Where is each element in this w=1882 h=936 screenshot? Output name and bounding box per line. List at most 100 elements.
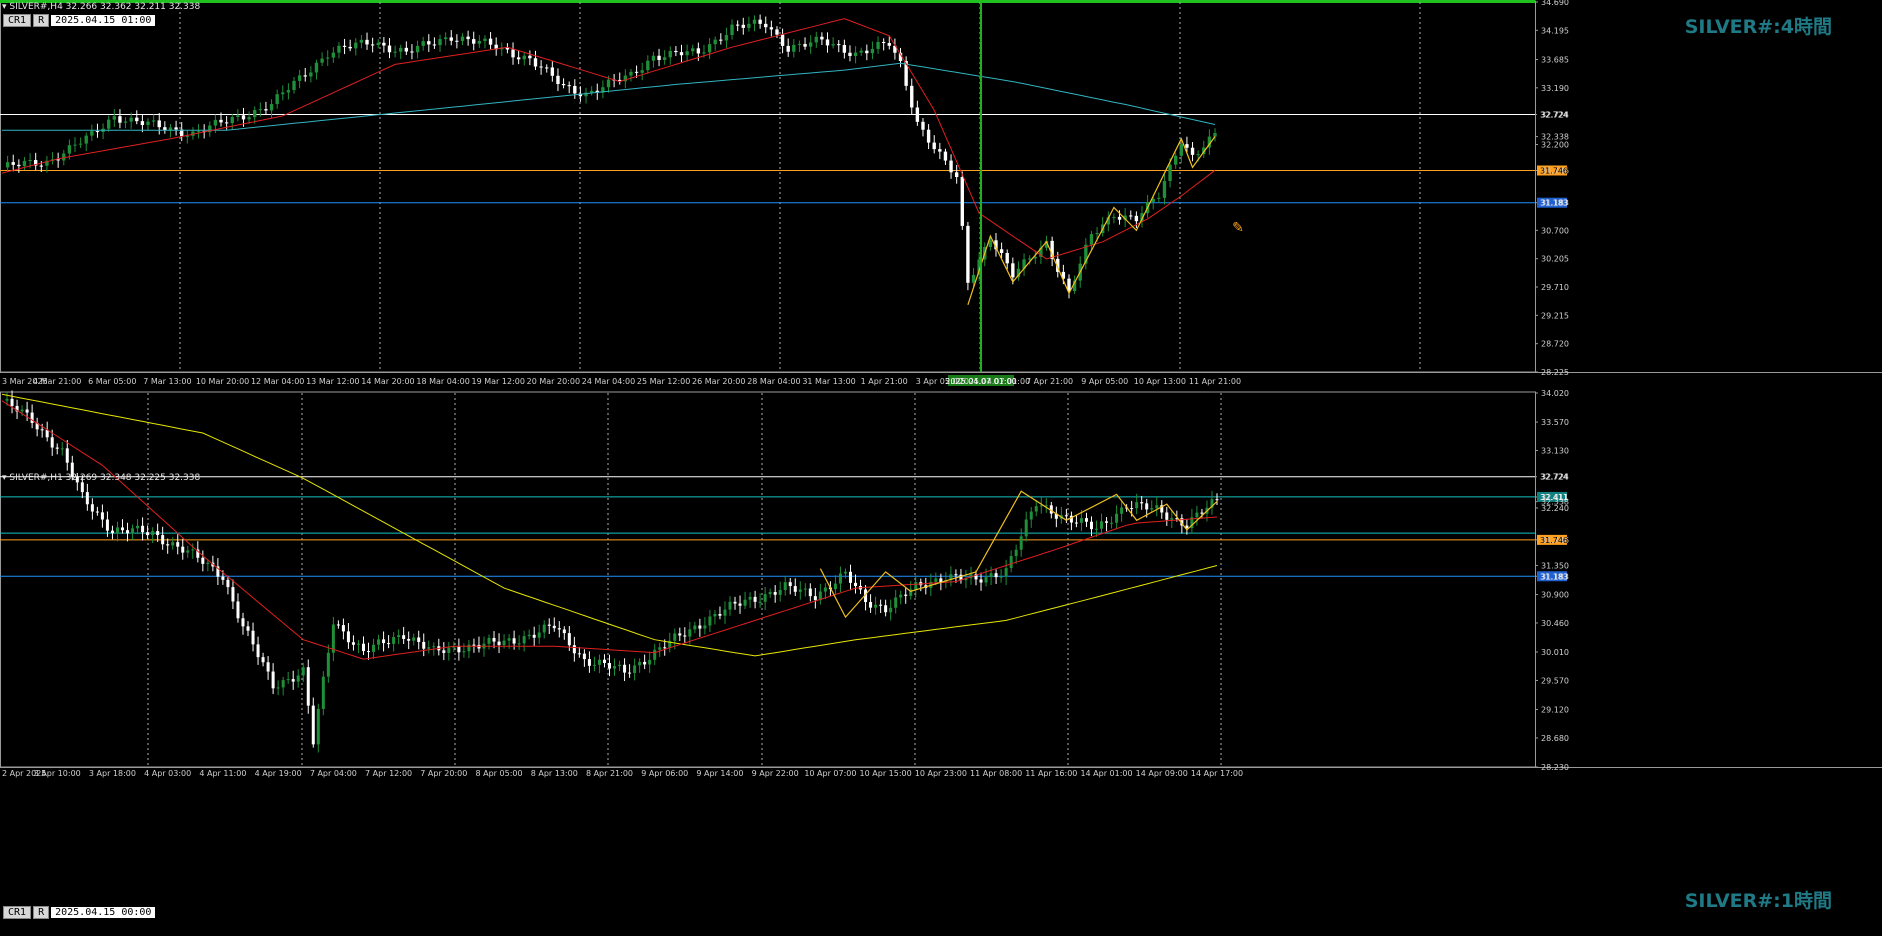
h1-time-label: 8 Apr 05:00 — [476, 769, 523, 778]
h1-candle-body — [5, 398, 9, 401]
h1-candle-body — [1165, 512, 1169, 520]
h1-candle-body — [597, 659, 601, 665]
h1-candle-body — [1120, 507, 1124, 514]
h4-candle-body — [73, 144, 77, 146]
h4-candle-body — [342, 45, 347, 47]
h1-datetime-field[interactable]: 2025.04.15 00:00 — [51, 907, 156, 918]
h1-candle-body — [718, 614, 722, 616]
h4-candle-body — [376, 42, 380, 46]
h4-zigzag-line — [967, 136, 1216, 305]
h4-candle-body — [455, 40, 459, 42]
h4-candle-body — [281, 92, 285, 95]
h1-candle-body — [673, 633, 677, 641]
h1-candle-body — [1100, 521, 1104, 529]
h4-candle-body — [1213, 133, 1217, 137]
h4-ma-fast-line — [1, 18, 1216, 260]
h4-candle-body — [62, 153, 66, 161]
h4-datetime-field[interactable]: 2025.04.15 01:00 — [51, 15, 156, 26]
h4-candle-body — [747, 23, 751, 28]
h1-candle-body — [813, 596, 817, 601]
h1-price-tick-label: 30.010 — [1541, 648, 1569, 657]
h1-candle-body — [95, 511, 99, 513]
h1-candle-body — [567, 633, 571, 646]
h4-candle-body — [219, 119, 223, 123]
h4-candle-body — [522, 55, 526, 60]
h1-candle-body — [743, 599, 747, 606]
h1-candle-body — [271, 671, 275, 689]
h1-collapse-icon[interactable]: ▾ — [2, 473, 7, 483]
h4-candle-body — [724, 34, 729, 41]
h4-candle-body — [236, 115, 240, 117]
h1-candle-body — [577, 653, 581, 655]
h4-candle-body — [1112, 216, 1116, 218]
h1-time-label: 14 Apr 09:00 — [1136, 769, 1188, 778]
h1-candle-body — [562, 629, 566, 634]
h4-candle-body — [853, 52, 858, 57]
h1-time-label: 8 Apr 13:00 — [531, 769, 578, 778]
h4-candle-body — [275, 94, 279, 105]
h1-candle-body — [537, 632, 541, 638]
h4-candle-body — [539, 66, 543, 68]
h1-candle-body — [65, 448, 69, 463]
h1-candle-body — [361, 643, 365, 652]
h4-candle-body — [646, 60, 650, 71]
h1-candle-body — [643, 661, 647, 665]
h1-candle-body — [201, 557, 205, 564]
h4-time-label: 25 Mar 12:00 — [637, 377, 690, 386]
h4-candle-body — [865, 50, 869, 54]
h4-candle-body — [466, 36, 470, 40]
h1-candle-body — [141, 525, 145, 533]
h1-candle-body — [1155, 505, 1159, 509]
h4-time-label: 12 Mar 04:00 — [251, 377, 304, 386]
h1-candle-body — [934, 578, 938, 582]
h4-candle-body — [960, 177, 964, 226]
h4-candle-body — [303, 75, 307, 77]
h4-candle-body — [954, 172, 959, 178]
h4-candle-body — [938, 149, 942, 152]
h4-candle-body — [354, 42, 358, 49]
h1-r-button[interactable]: R — [33, 906, 50, 919]
h4-r-button[interactable]: R — [33, 14, 50, 27]
h1-candle-body — [633, 665, 637, 674]
h1-candle-body — [231, 587, 235, 602]
h4-candle-body — [477, 40, 482, 44]
h1-candle-body — [768, 592, 772, 595]
h1-price-tick-label: 32.240 — [1541, 504, 1569, 513]
h4-candle-body — [859, 50, 863, 53]
h4-cr1-button[interactable]: CR1 — [3, 14, 32, 27]
h1-candle-body — [1115, 513, 1119, 523]
h1-candle-body — [678, 633, 682, 636]
h1-candle-body — [326, 652, 330, 677]
charts-canvas[interactable]: 34.69034.19533.68533.19032.72432.33832.2… — [0, 0, 1882, 932]
h1-candle-body — [869, 602, 873, 608]
h1-time-label: 10 Apr 15:00 — [860, 769, 912, 778]
h4-candle-body — [241, 115, 246, 120]
h1-time-label: 7 Apr 12:00 — [365, 769, 412, 778]
h4-collapse-icon[interactable]: ▾ — [2, 2, 7, 12]
h1-candle-body — [372, 644, 376, 652]
h1-cr1-button[interactable]: CR1 — [3, 906, 32, 919]
h4-candle-body — [1095, 233, 1099, 235]
h1-candle-body — [1089, 521, 1093, 530]
h1-candle-body — [833, 583, 837, 590]
h1-candle-body — [623, 664, 627, 673]
h4-candle-body — [881, 41, 886, 44]
h4-candle-body — [921, 121, 925, 130]
h4-time-label: 4 Mar 21:00 — [33, 377, 81, 386]
h1-time-label: 14 Apr 17:00 — [1191, 769, 1243, 778]
h1-candle-body — [522, 636, 526, 644]
h4-price-tick-label: 33.685 — [1541, 56, 1569, 65]
h4-candle-body — [876, 41, 880, 49]
h4-candle-body — [707, 44, 712, 53]
h4-candle-body — [516, 57, 521, 60]
h1-candle-body — [316, 708, 320, 745]
h4-candle-body — [1196, 154, 1200, 156]
h1-candle-body — [1019, 536, 1023, 550]
h4-candle-body — [741, 24, 745, 28]
h4-candle-body — [1134, 215, 1139, 222]
h1-time-label: 3 Apr 18:00 — [89, 769, 136, 778]
h1-candle-body — [748, 596, 752, 600]
h1-candle-body — [602, 659, 606, 664]
h4-candle-body — [803, 43, 807, 47]
h1-time-label: 11 Apr 16:00 — [1025, 769, 1077, 778]
